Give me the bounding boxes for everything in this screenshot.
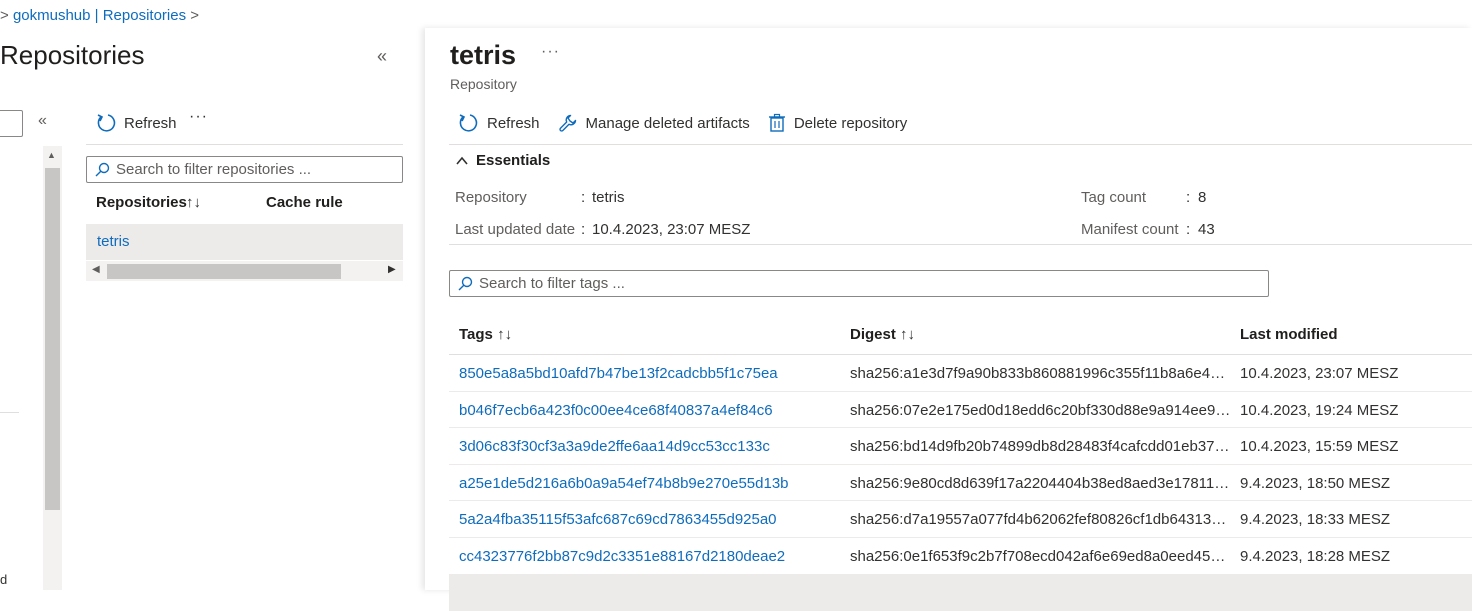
table-row[interactable]: 5a2a4fba35115f53afc687c69cd7863455d925a0…	[449, 501, 1472, 538]
page-title: Repositories	[0, 40, 145, 70]
manage-label: Manage deleted artifacts	[585, 114, 750, 132]
repository-title: tetris	[450, 40, 517, 70]
modified-cell: 9.4.2023, 18:50 MESZ	[1240, 474, 1391, 492]
essentials-toggle[interactable]: Essentials	[455, 152, 550, 169]
digest-cell: sha256:a1e3d7f9a90b833b860881996c355f11b…	[850, 365, 1232, 382]
table-header: Tags ↑↓ Digest ↑↓ Last modified	[449, 318, 1472, 355]
column-header-digest[interactable]: Digest ↑↓	[850, 326, 915, 343]
tag-link[interactable]: 850e5a8a5bd10afd7b47be13f2cadcbb5f1c75ea	[459, 365, 778, 382]
sort-icon[interactable]: ↑↓	[186, 194, 201, 211]
refresh-icon	[459, 114, 478, 132]
repository-name-link[interactable]: tetris	[97, 233, 130, 250]
refresh-label: Refresh	[487, 114, 540, 132]
tags-table: Tags ↑↓ Digest ↑↓ Last modified 850e5a8a…	[449, 318, 1472, 611]
essentials-last-updated-label: Last updated date	[455, 221, 576, 238]
delete-label: Delete repository	[793, 114, 908, 132]
chevron-up-icon	[456, 156, 468, 165]
table-row[interactable]: cc4323776f2bb87c9d2c3351e88167d2180deae2…	[449, 538, 1472, 575]
column-header-cache-rule[interactable]: Cache rule	[266, 194, 343, 211]
repository-subtitle: Repository	[450, 76, 517, 92]
tag-link[interactable]: a25e1de5d216a6b0a9a54ef74b8b9e270e55d13b	[459, 475, 789, 492]
refresh-label: Refresh	[124, 114, 177, 132]
column-header-repositories[interactable]: Repositories	[96, 194, 187, 211]
scroll-thumb[interactable]	[107, 264, 341, 279]
collapse-menu-icon[interactable]: «	[38, 112, 47, 130]
repository-search-input[interactable]: Search to filter repositories ...	[86, 156, 403, 183]
modified-cell: 9.4.2023, 18:28 MESZ	[1240, 547, 1391, 565]
tag-link[interactable]: b046f7ecb6a423f0c00ee4ce68f40837a4ef84c6	[459, 402, 773, 419]
sort-icon[interactable]: ↑↓	[900, 326, 915, 343]
digest-cell: sha256:bd14d9fb20b74899db8d28483f4cafcdd…	[850, 438, 1232, 456]
menu-clipped-label: d	[0, 572, 8, 587]
scroll-right-icon[interactable]: ▶	[388, 264, 396, 275]
search-icon	[458, 276, 473, 290]
repo-list-refresh-button[interactable]: Refresh	[95, 112, 177, 134]
menu-scroll-thumb[interactable]	[45, 168, 60, 510]
repositories-blade: Repositories « « ▲ d Refresh ··· Search …	[0, 28, 422, 590]
colon: :	[581, 189, 586, 206]
delete-repository-button[interactable]: Delete repository	[768, 113, 907, 133]
colon: :	[1186, 221, 1191, 238]
search-placeholder: Search to filter tags ...	[479, 275, 625, 292]
sort-icon[interactable]: ↑↓	[497, 326, 512, 343]
essentials-tag-count-label: Tag count	[1081, 189, 1147, 206]
divider	[86, 144, 403, 145]
menu-divider	[0, 412, 19, 413]
command-bar: Refresh Manage deleted artifacts Delete …	[457, 112, 925, 134]
tag-search-input[interactable]: Search to filter tags ...	[449, 270, 1269, 297]
column-header-tags[interactable]: Tags ↑↓	[459, 326, 512, 343]
table-row[interactable]: a25e1de5d216a6b0a9a54ef74b8b9e270e55d13b…	[449, 465, 1472, 502]
manage-deleted-artifacts-button[interactable]: Manage deleted artifacts	[558, 113, 750, 133]
modified-cell: 9.4.2023, 18:33 MESZ	[1240, 511, 1391, 529]
table-row[interactable]: 3d06c83f30cf3a3a9de2ffe6aa14d9cc53cc133c…	[449, 428, 1472, 465]
table-row[interactable]: b046f7ecb6a423f0c00ee4ce68f40837a4ef84c6…	[449, 392, 1472, 429]
colon: :	[1186, 189, 1191, 206]
modified-cell: 10.4.2023, 15:59 MESZ	[1240, 438, 1399, 456]
tag-link[interactable]: 5a2a4fba35115f53afc687c69cd7863455d925a0	[459, 511, 777, 528]
wrench-icon	[558, 114, 576, 132]
divider	[449, 144, 1472, 145]
breadcrumb: > gokmushub | Repositories >	[0, 7, 199, 27]
digest-cell: sha256:9e80cd8d639f17a2204404b38ed8aed3e…	[850, 474, 1232, 492]
modified-cell: 10.4.2023, 19:24 MESZ	[1240, 401, 1399, 419]
essentials-repository-label: Repository	[455, 189, 527, 206]
menu-search-input[interactable]	[0, 110, 23, 137]
breadcrumb-link-repositories[interactable]: gokmushub | Repositories	[13, 7, 186, 24]
tag-link[interactable]: cc4323776f2bb87c9d2c3351e88167d2180deae2	[459, 548, 785, 565]
colon: :	[581, 221, 586, 238]
repository-row-selected[interactable]: tetris	[86, 224, 403, 260]
scroll-up-icon[interactable]: ▲	[47, 150, 56, 160]
essentials-repository-value: tetris	[592, 189, 625, 206]
collapse-blade-icon[interactable]: «	[377, 46, 387, 67]
more-options-icon[interactable]: ···	[541, 43, 560, 61]
tag-link[interactable]: 3d06c83f30cf3a3a9de2ffe6aa14d9cc53cc133c	[459, 438, 770, 455]
essentials-label: Essentials	[476, 152, 551, 169]
search-icon	[95, 162, 110, 176]
essentials-tag-count-value: 8	[1198, 189, 1207, 206]
digest-cell: sha256:0e1f653f9c2b7f708ecd042af6e69ed8a…	[850, 547, 1232, 565]
chevron-right-icon: >	[0, 7, 13, 24]
digest-cell: sha256:07e2e175ed0d18edd6c20bf330d88e9a9…	[850, 401, 1232, 419]
essentials-manifest-count-label: Manifest count	[1081, 221, 1179, 238]
divider	[449, 244, 1472, 245]
repository-detail-blade: tetris ··· Repository Refresh Manage del…	[425, 28, 1472, 611]
refresh-button[interactable]: Refresh	[457, 112, 540, 134]
table-row[interactable]: 850e5a8a5bd10afd7b47be13f2cadcbb5f1c75ea…	[449, 355, 1472, 392]
essentials-last-updated-value: 10.4.2023, 23:07 MESZ	[592, 221, 751, 238]
trash-icon	[768, 113, 785, 132]
essentials-manifest-count-value: 43	[1198, 221, 1215, 238]
modified-cell: 10.4.2023, 23:07 MESZ	[1240, 365, 1399, 382]
search-placeholder: Search to filter repositories ...	[116, 161, 312, 178]
table-row-selected[interactable]	[449, 574, 1472, 611]
chevron-right-icon: >	[190, 7, 200, 24]
digest-cell: sha256:d7a19557a077fd4b62062fef80826cf1d…	[850, 511, 1232, 529]
horizontal-scrollbar[interactable]: ◀ ▶	[86, 261, 403, 281]
refresh-icon	[97, 114, 116, 132]
scroll-left-icon[interactable]: ◀	[92, 264, 100, 275]
column-header-last-modified[interactable]: Last modified	[1240, 326, 1338, 343]
more-options-icon[interactable]: ···	[189, 108, 208, 126]
